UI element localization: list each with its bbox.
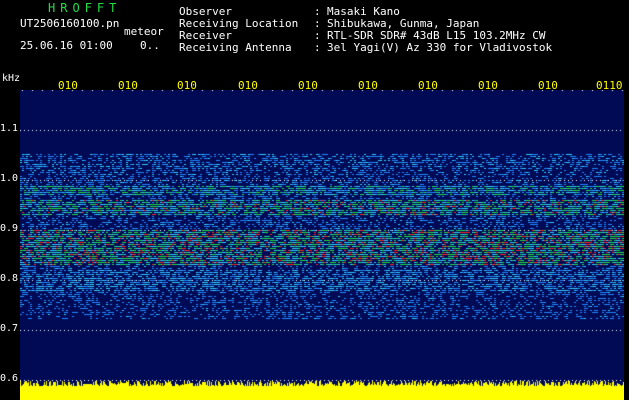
waterfall-canvas	[20, 90, 624, 400]
antenna-sep: :	[314, 41, 321, 54]
receiver-label: Receiver	[179, 29, 232, 42]
y-tick-label: 0.6	[0, 373, 19, 384]
observer-value: Masaki Kano	[327, 5, 400, 18]
waterfall-plot	[20, 90, 624, 400]
y-tick-label: 0.8	[0, 273, 19, 284]
mode-label: meteor	[124, 25, 164, 38]
location-sep: :	[314, 17, 321, 30]
y-tick-label: 1.1	[0, 123, 19, 134]
location-label: Receiving Location	[179, 17, 299, 30]
datetime-label: 25.06.16 01:00	[20, 39, 113, 52]
receiver-sep: :	[314, 29, 321, 42]
axis-unit-label: kHz	[2, 73, 21, 84]
y-tick-label: 0.9	[0, 223, 19, 234]
antenna-value: 3el Yagi(V) Az 330 for Vladivostok	[327, 41, 553, 54]
location-value: Shibukawa, Gunma, Japan	[327, 17, 480, 30]
y-tick-label: 1.0	[0, 173, 19, 184]
y-tick-label: 0.7	[0, 323, 19, 334]
receiver-value: RTL-SDR SDR# 43dB L15 103.2MHz CW	[327, 29, 546, 42]
status-label: 0..	[140, 39, 160, 52]
app-title: HROFFT	[48, 1, 122, 15]
observer-label: Observer	[179, 5, 232, 18]
observer-sep: :	[314, 5, 321, 18]
antenna-label: Receiving Antenna	[179, 41, 292, 54]
filename-label: UT2506160100.pn	[20, 17, 120, 30]
